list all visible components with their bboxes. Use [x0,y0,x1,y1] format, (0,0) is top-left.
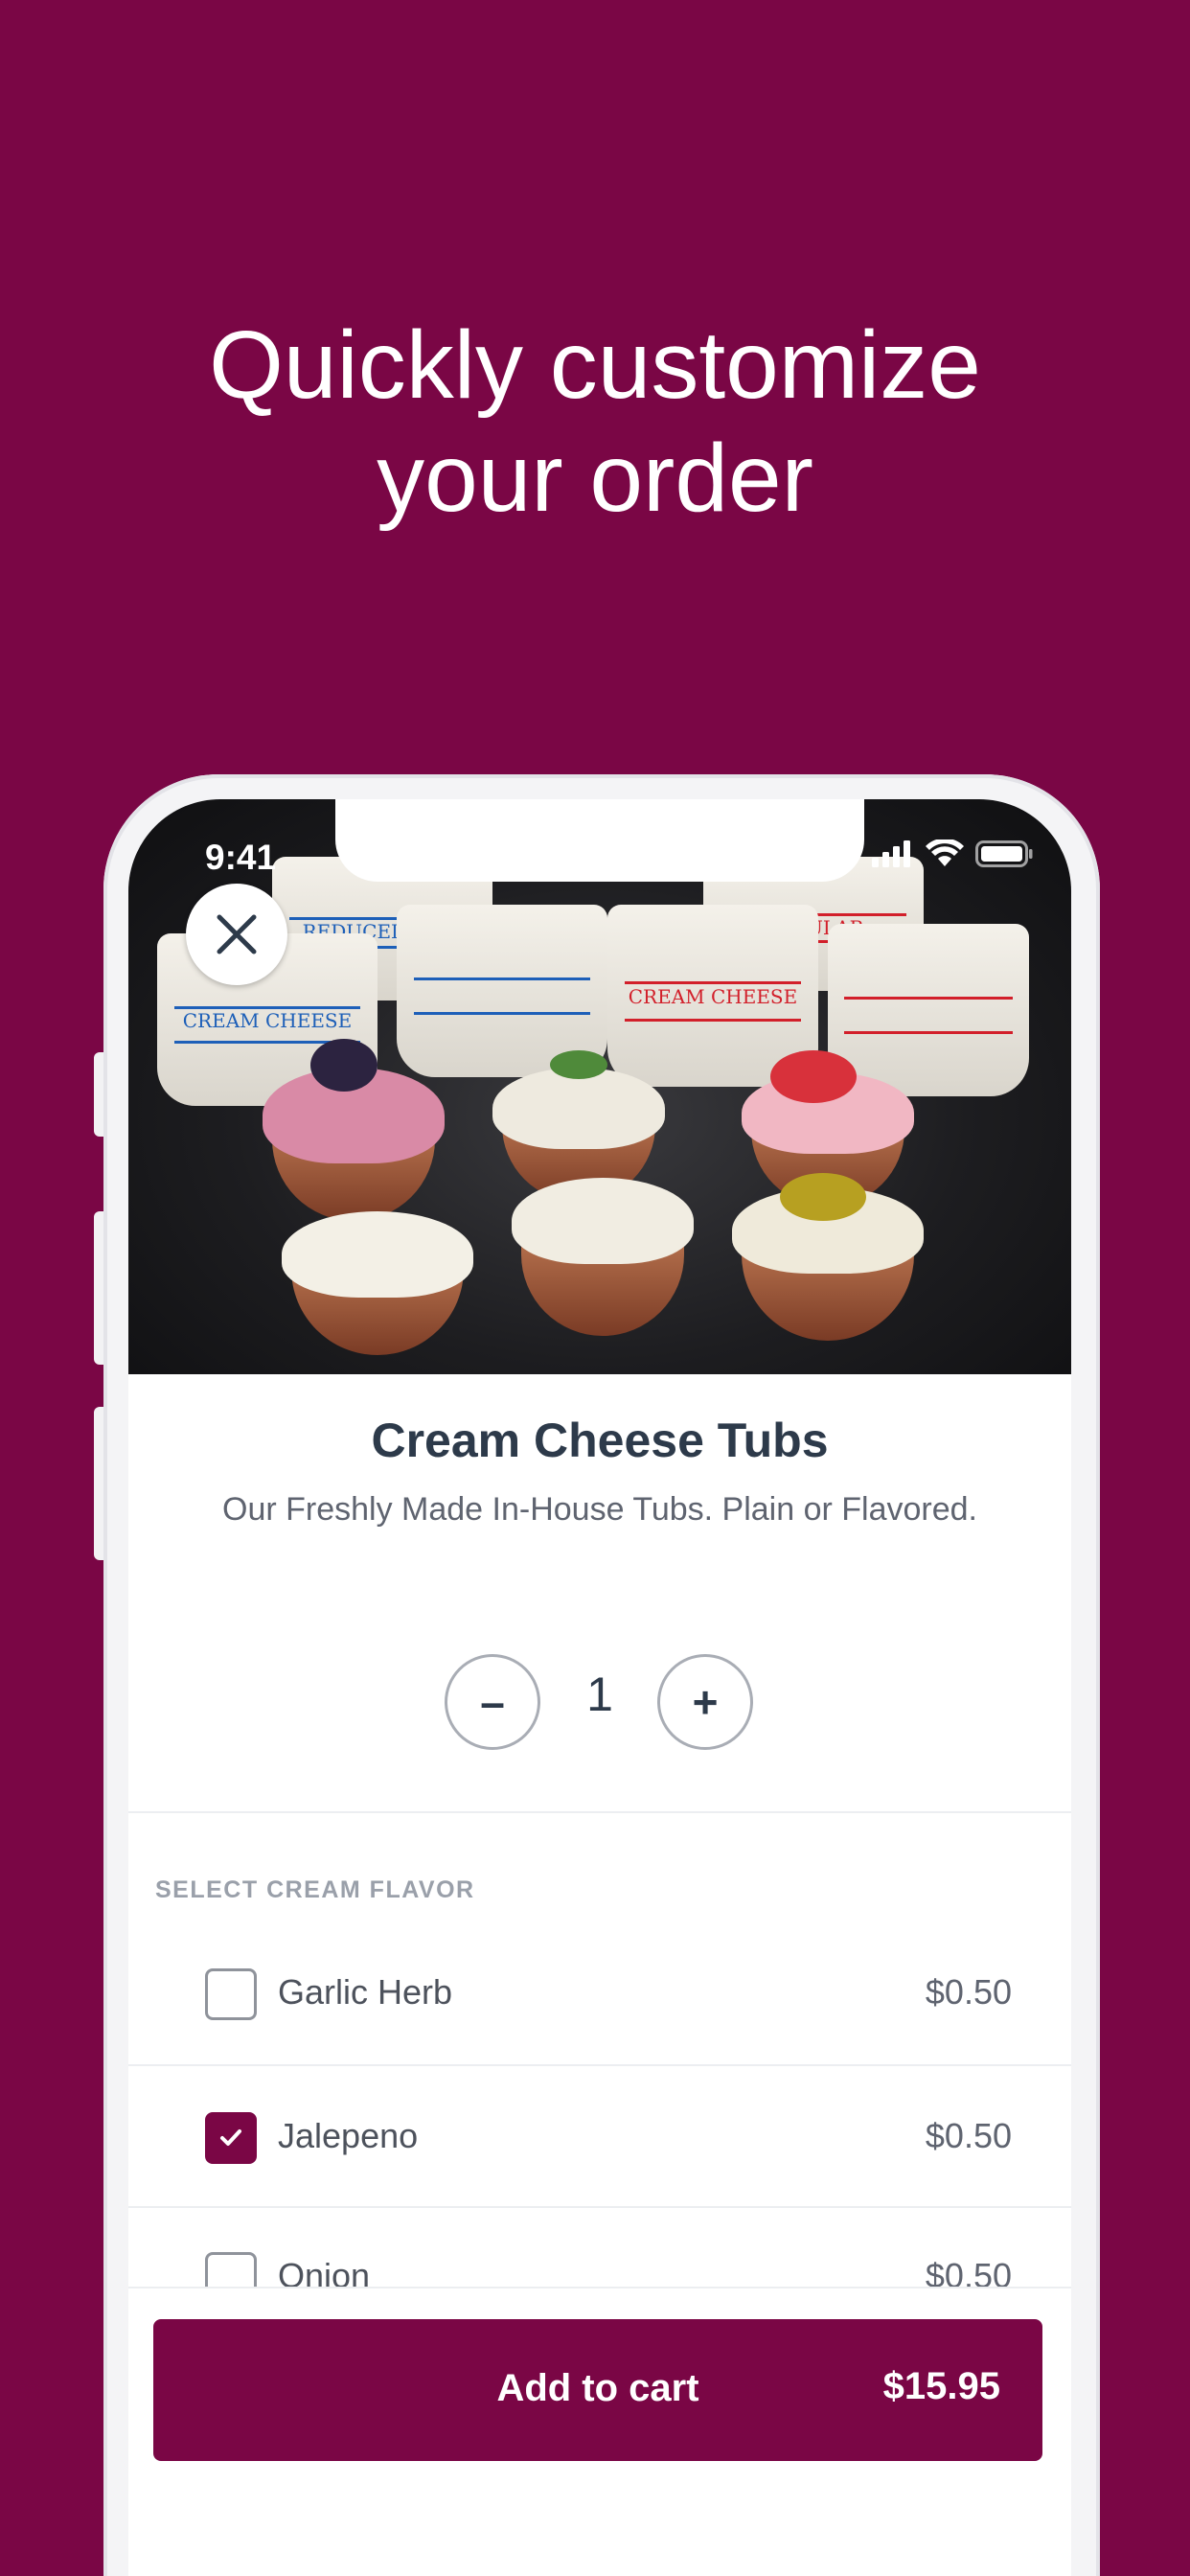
product-image: REDUCED - FAT CREAM CHEESE REGULAR CREAM… [128,799,1071,1374]
tub-label: CREAM CHEESE [628,984,798,1008]
jalapeno-slices [780,1173,866,1221]
product-description: Our Freshly Made In-House Tubs. Plain or… [222,1491,977,1528]
divider [128,2064,1071,2066]
checkbox-checked[interactable] [205,2112,257,2164]
status-icons [872,840,1033,868]
option-garlic-herb[interactable]: Garlic Herb $0.50 [128,1947,1071,2043]
checkbox[interactable] [205,1968,257,2020]
phone-screen: REDUCED - FAT CREAM CHEESE REGULAR CREAM… [128,799,1071,2576]
scoop-plain [512,1178,694,1264]
scoop-scallion [282,1211,473,1298]
herb-garnish [550,1050,607,1079]
product-title: Cream Cheese Tubs [371,1414,829,1467]
battery-icon [975,840,1033,867]
tub-red-right [828,924,1029,1096]
cart-total-price: $15.95 [882,2365,1000,2407]
divider [128,1811,1071,1813]
close-button[interactable] [186,884,287,985]
checkmark-icon [220,2129,241,2146]
option-jalepeno[interactable]: Jalepeno $0.50 [128,2091,1071,2187]
option-label: Garlic Herb [278,1972,453,2012]
quantity-decrease-button[interactable]: – [445,1654,540,1750]
headline-line-1: Quickly customize [209,311,981,419]
options-section-label: SELECT CREAM FLAVOR [155,1876,475,1903]
strawberries [770,1050,857,1103]
headline-line-2: your order [377,425,813,532]
add-to-cart-button[interactable]: Add to cart $15.95 [153,2319,1042,2461]
option-price: $0.50 [925,2116,1012,2155]
close-icon [217,914,257,954]
quantity-value: 1 [586,1668,613,1721]
quantity-increase-button[interactable]: + [657,1654,753,1750]
berries [310,1039,378,1092]
headline: Quickly customize your order [0,309,1190,535]
bottom-bar: Add to cart $15.95 [128,2287,1071,2576]
option-price: $0.50 [925,1972,1012,2012]
divider [128,2206,1071,2208]
option-label: Jalepeno [278,2116,419,2155]
tub-label: CREAM CHEESE [182,1009,353,1033]
scoop-herb [492,1068,665,1149]
wifi-icon [926,840,964,866]
phone-notch [335,799,864,882]
signal-icon [872,840,910,867]
status-time: 9:41 [205,838,277,877]
